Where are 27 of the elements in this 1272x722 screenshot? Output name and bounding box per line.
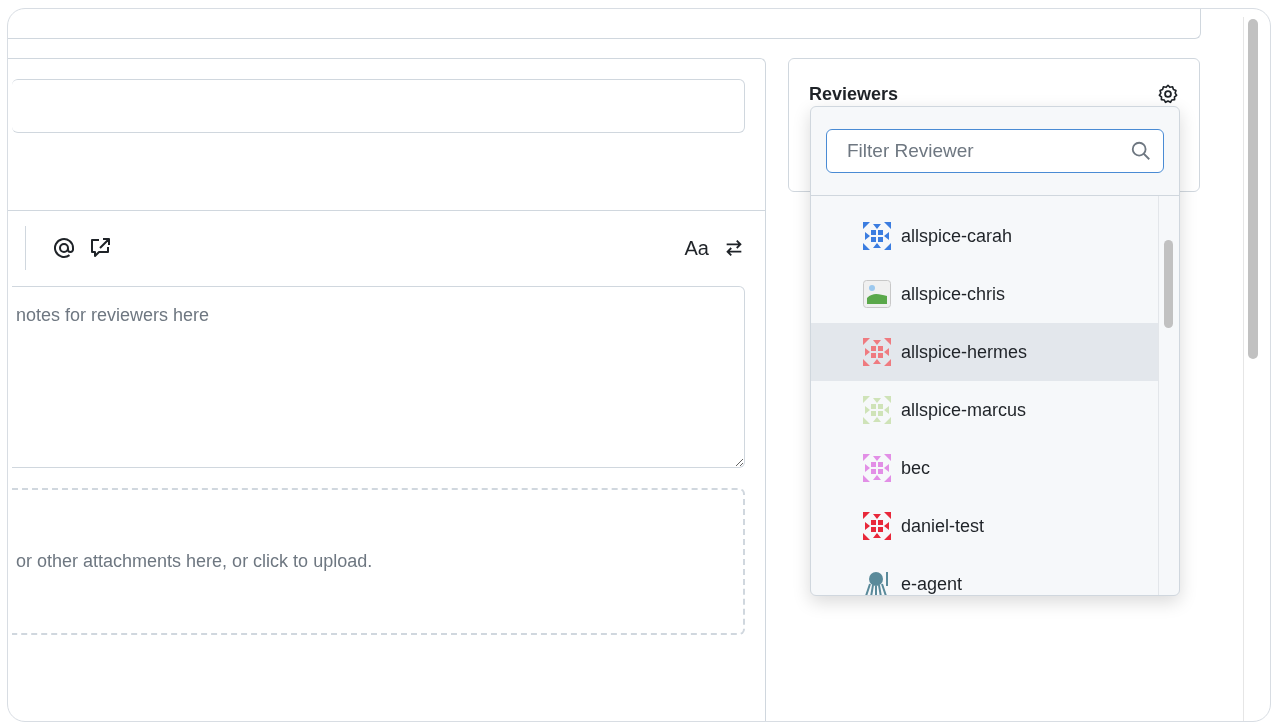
reviewer-name: daniel-test [901, 515, 985, 537]
reviewer-item[interactable]: allspice-carah [811, 207, 1158, 265]
dropzone-text: or other attachments here, or click to upload. [16, 551, 373, 572]
filter-reviewer-field[interactable]: Filter Reviewer [826, 129, 1164, 173]
reviewer-name: allspice-hermes [901, 341, 1028, 363]
settings-icon[interactable] [1157, 83, 1179, 105]
reviewer-item[interactable]: daniel-test [811, 497, 1158, 555]
reviewer-name: bec [901, 457, 931, 479]
description-field[interactable]: notes for reviewers here [12, 286, 745, 468]
reviewer-item[interactable]: allspice-chris [811, 265, 1158, 323]
list-scrollbar-thumb[interactable] [1164, 240, 1173, 328]
reviewer-item[interactable]: allspice-hermes [811, 323, 1158, 381]
reviewers-title: Reviewers [809, 83, 899, 105]
reviewer-item[interactable]: allspice-marcus [811, 381, 1158, 439]
reviewer-name: allspice-chris [901, 283, 1006, 305]
mention-icon[interactable] [52, 236, 76, 260]
search-icon [1130, 140, 1152, 162]
reviewer-name: allspice-marcus [901, 399, 1027, 421]
reviewer-name: allspice-carah [901, 225, 1013, 247]
attachment-dropzone[interactable]: or other attachments here, or click to upload. [12, 488, 745, 635]
comment-link-icon[interactable] [88, 236, 112, 260]
swap-arrows-icon[interactable] [723, 237, 745, 259]
page-scrollbar-thumb[interactable] [1248, 19, 1258, 359]
reviewer-name: e-agent [901, 573, 963, 595]
reviewer-item[interactable]: bec [811, 439, 1158, 497]
text-format-button[interactable]: Aa [684, 236, 709, 260]
reviewer-item[interactable]: e-agent [811, 555, 1158, 595]
